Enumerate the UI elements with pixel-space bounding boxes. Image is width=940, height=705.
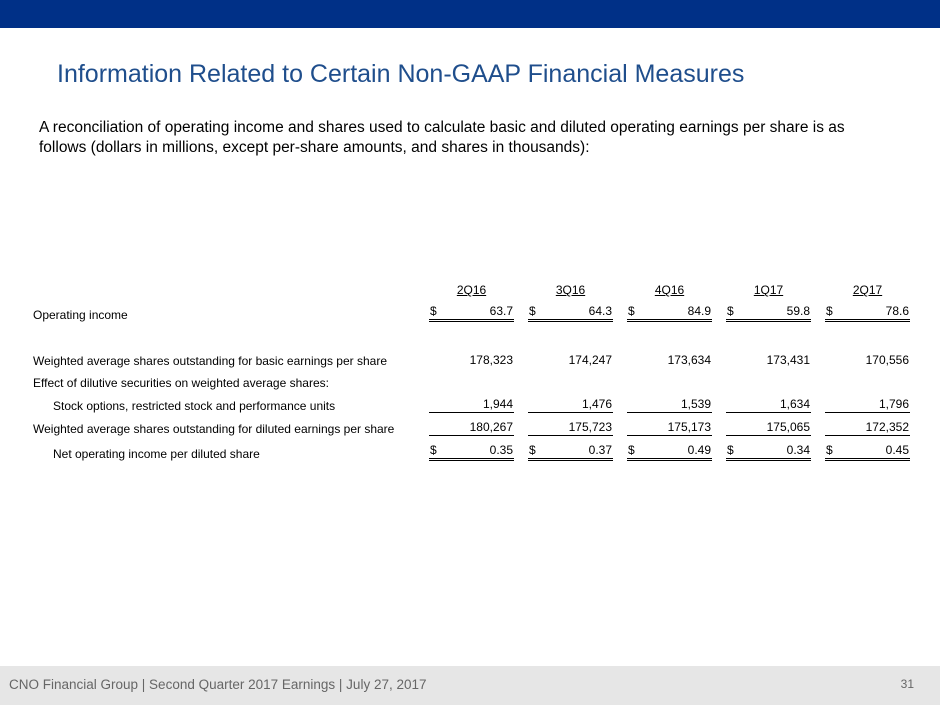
table-row-dilutive-effect: Effect of dilutive securities on weighte…: [33, 368, 910, 390]
page-title: Information Related to Certain Non-GAAP …: [57, 60, 745, 88]
value-cell: 175,065: [726, 413, 811, 436]
period-header: 1Q17: [753, 283, 784, 297]
value-cell: $78.6: [825, 297, 910, 322]
value-cell: 174,247: [568, 353, 612, 367]
value-cell: 1,476: [528, 390, 613, 413]
value-cell: 175,723: [528, 413, 613, 436]
row-label: Operating income: [33, 308, 128, 322]
value-cell: $59.8: [726, 297, 811, 322]
top-banner: [0, 0, 940, 28]
table-row-diluted-shares: Weighted average shares outstanding for …: [33, 413, 910, 436]
table-row-basic-shares: Weighted average shares outstanding for …: [33, 346, 910, 368]
footer-text: CNO Financial Group | Second Quarter 201…: [9, 677, 427, 692]
page-number: 31: [900, 677, 914, 691]
row-label: Weighted average shares outstanding for …: [33, 354, 387, 368]
value-cell: 173,431: [766, 353, 810, 367]
row-label: Stock options, restricted stock and perf…: [53, 399, 336, 413]
value-cell: 1,944: [429, 390, 514, 413]
row-label: Weighted average shares outstanding for …: [33, 422, 395, 436]
period-header: 4Q16: [654, 283, 685, 297]
value-cell: 180,267: [429, 413, 514, 436]
value-cell: $0.49: [627, 436, 712, 461]
period-header: 3Q16: [555, 283, 586, 297]
value-cell: $0.35: [429, 436, 514, 461]
value-cell: 1,796: [825, 390, 910, 413]
value-cell: 172,352: [825, 413, 910, 436]
value-cell: $63.7: [429, 297, 514, 322]
period-header: 2Q16: [456, 283, 487, 297]
value-cell: $0.37: [528, 436, 613, 461]
table-row-stock-options: Stock options, restricted stock and perf…: [33, 390, 910, 413]
row-label: Net operating income per diluted share: [53, 447, 260, 461]
value-cell: 170,556: [865, 353, 909, 367]
value-cell: $0.45: [825, 436, 910, 461]
value-cell: 178,323: [469, 353, 513, 367]
value-cell: $84.9: [627, 297, 712, 322]
period-header: 2Q17: [852, 283, 883, 297]
row-label: Effect of dilutive securities on weighte…: [33, 376, 329, 390]
header-row: 2Q16 3Q16 4Q16 1Q17 2Q17: [33, 275, 910, 297]
value-cell: $64.3: [528, 297, 613, 322]
table-row-operating-income: Operating income $63.7 $64.3 $84.9 $59.8…: [33, 297, 910, 322]
value-cell: 1,539: [627, 390, 712, 413]
reconciliation-table: 2Q16 3Q16 4Q16 1Q17 2Q17 Operating incom…: [33, 275, 910, 461]
value-cell: $0.34: [726, 436, 811, 461]
intro-paragraph: A reconciliation of operating income and…: [39, 119, 845, 156]
value-cell: 175,173: [627, 413, 712, 436]
value-cell: 1,634: [726, 390, 811, 413]
value-cell: 173,634: [667, 353, 711, 367]
spacer-row: [33, 322, 910, 346]
table-row-eps: Net operating income per diluted share $…: [33, 436, 910, 461]
